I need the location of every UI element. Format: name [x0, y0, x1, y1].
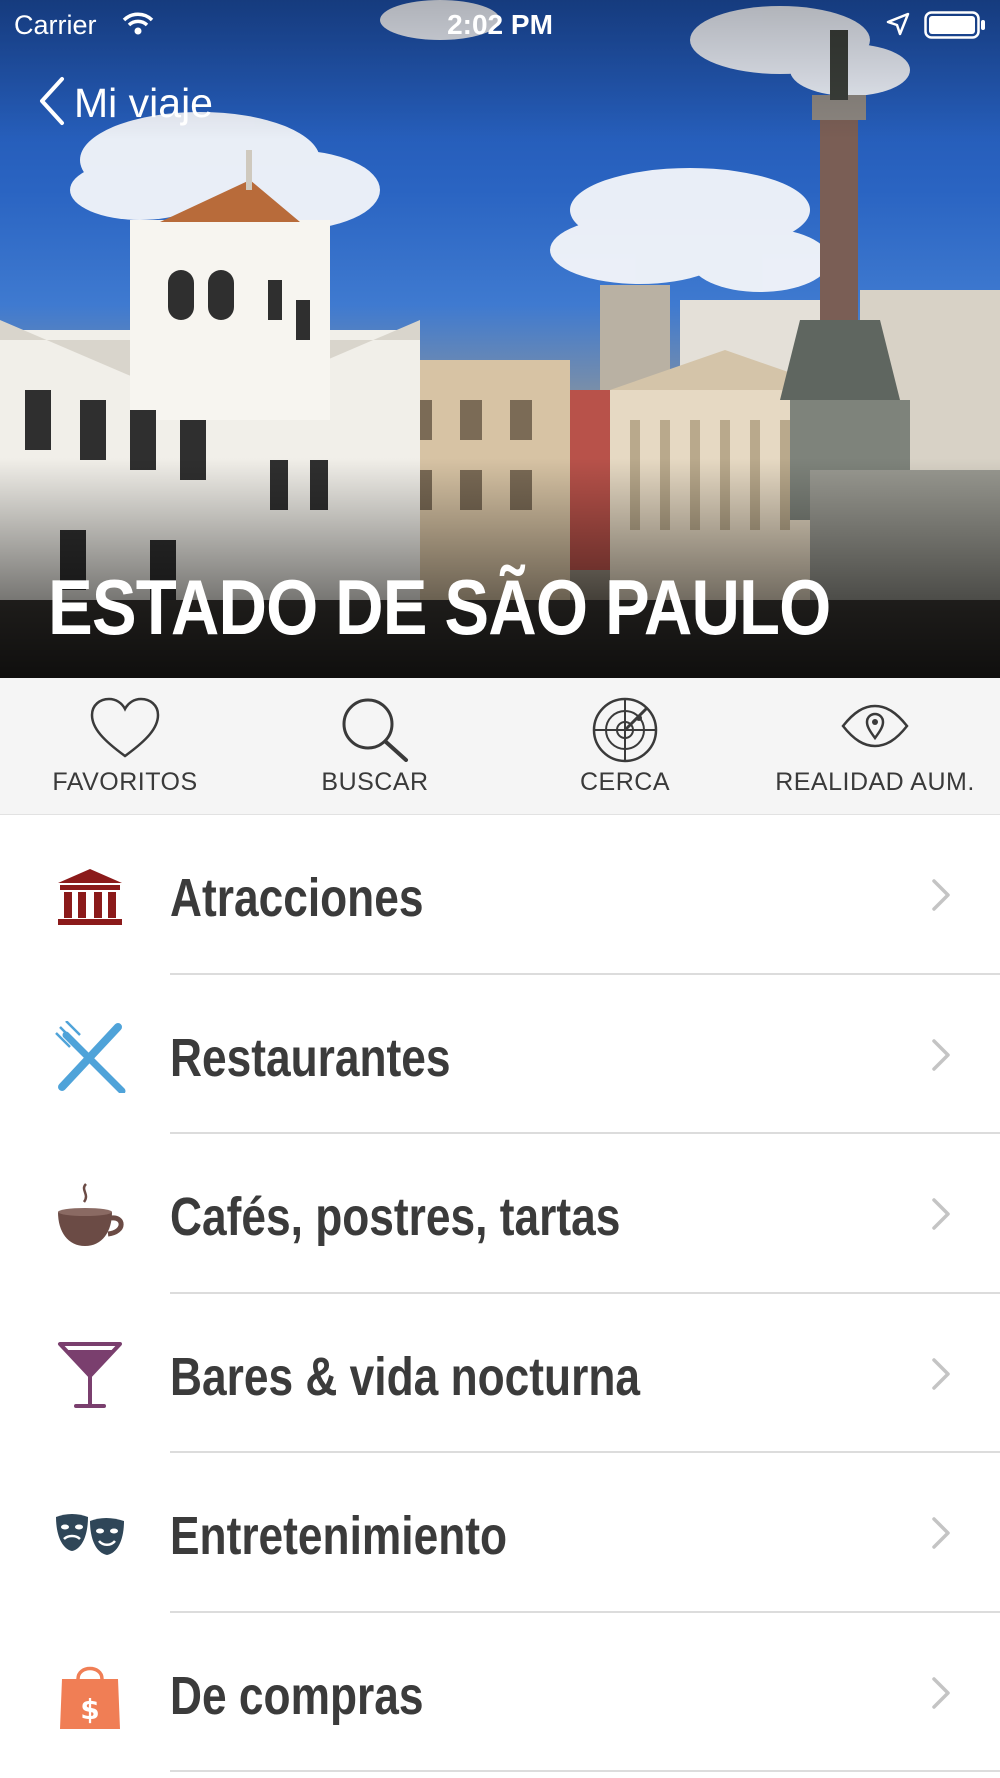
back-label: Mi viaje: [74, 80, 213, 126]
shopping-bag-icon: $: [54, 1659, 126, 1731]
eye-pin-icon: [840, 696, 910, 761]
hero-banner: Carrier 2:02 PM Mi viaje ESTADO DE SÃO P: [0, 0, 1000, 678]
heart-icon: [89, 696, 161, 765]
category-cafes[interactable]: Cafés, postres, tartas: [0, 1134, 1000, 1294]
chevron-right-icon: [930, 877, 952, 918]
chevron-right-icon: [930, 1037, 952, 1078]
quick-actions-toolbar: FAVORITOS BUSCAR CERCA REALIDAD AUM.: [0, 678, 1000, 815]
chevron-left-icon: [38, 76, 66, 131]
chevron-right-icon: [930, 1196, 952, 1237]
category-label: Restaurantes: [170, 1027, 451, 1088]
theater-masks-icon: [54, 1499, 126, 1571]
search-button[interactable]: BUSCAR: [250, 678, 500, 815]
category-entertainment[interactable]: Entretenimiento: [0, 1453, 1000, 1613]
radar-icon: [591, 696, 659, 769]
category-label: Cafés, postres, tartas: [170, 1187, 621, 1247]
category-list: Atracciones Restaurantes Cafés, postres,…: [0, 815, 1000, 1772]
category-label: Entretenimiento: [170, 1506, 508, 1566]
location-arrow-icon: [886, 12, 910, 41]
augmented-reality-button[interactable]: REALIDAD AUM.: [750, 678, 1000, 815]
back-button[interactable]: Mi viaje: [38, 76, 213, 131]
category-label: De compras: [170, 1665, 424, 1726]
nearby-button[interactable]: CERCA: [500, 678, 750, 815]
search-label: BUSCAR: [321, 768, 429, 796]
category-shopping[interactable]: $ De compras: [0, 1613, 1000, 1772]
page-title: ESTADO DE SÃO PAULO: [48, 563, 831, 651]
chevron-right-icon: [930, 1515, 952, 1556]
cocktail-glass-icon: [54, 1340, 126, 1412]
augmented-reality-label: REALIDAD AUM.: [775, 768, 975, 796]
category-label: Bares & vida nocturna: [170, 1346, 641, 1407]
category-restaurants[interactable]: Restaurantes: [0, 975, 1000, 1134]
status-bar: Carrier 2:02 PM: [0, 0, 1000, 50]
svg-text:$: $: [80, 1693, 99, 1726]
coffee-cup-icon: [54, 1180, 126, 1252]
chevron-right-icon: [930, 1675, 952, 1716]
nearby-label: CERCA: [579, 768, 670, 796]
favorites-button[interactable]: FAVORITOS: [0, 678, 250, 815]
chevron-right-icon: [930, 1356, 952, 1397]
museum-icon: [54, 861, 126, 933]
category-bars-nightlife[interactable]: Bares & vida nocturna: [0, 1294, 1000, 1453]
search-icon: [340, 696, 410, 767]
row-divider: [170, 1770, 1000, 1772]
favorites-label: FAVORITOS: [52, 768, 198, 796]
fork-knife-icon: [54, 1019, 126, 1094]
category-label: Atracciones: [170, 868, 424, 928]
clock-time: 2:02 PM: [447, 9, 553, 40]
battery-icon: [924, 11, 986, 44]
category-attractions[interactable]: Atracciones: [0, 815, 1000, 975]
